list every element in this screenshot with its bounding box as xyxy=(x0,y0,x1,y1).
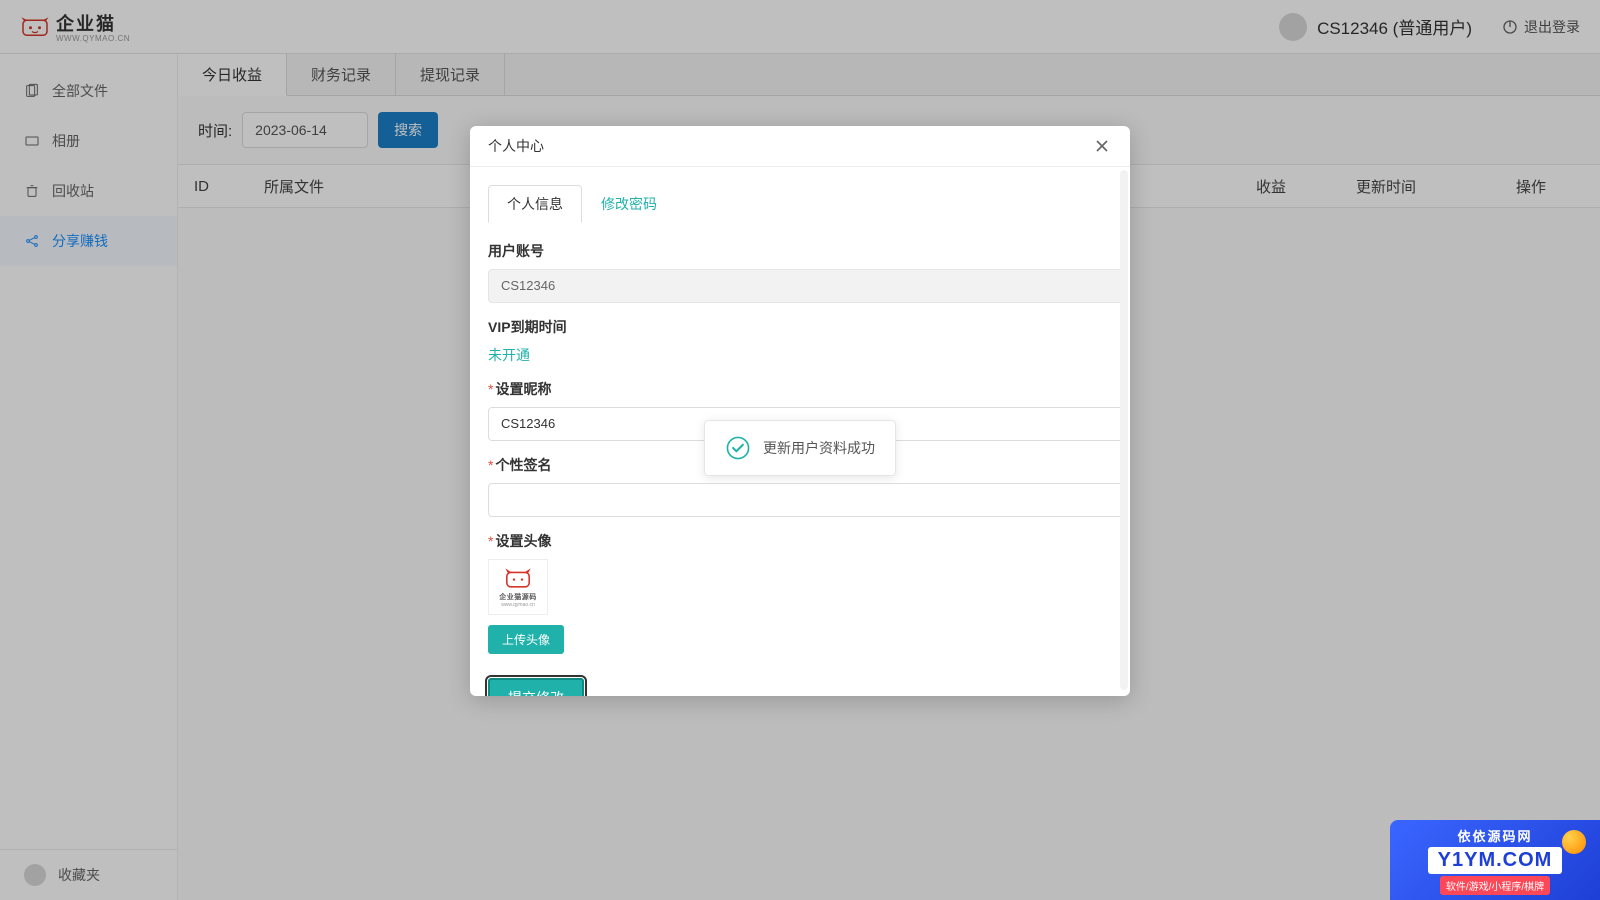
nickname-label: *设置昵称 xyxy=(488,379,1126,399)
upload-avatar-button[interactable]: 上传头像 xyxy=(488,625,564,654)
modal-tab-password[interactable]: 修改密码 xyxy=(582,185,676,223)
modal-tab-info[interactable]: 个人信息 xyxy=(488,185,582,223)
watermark-dot-icon xyxy=(1562,830,1586,854)
account-label: 用户账号 xyxy=(488,241,1126,261)
modal-title: 个人中心 xyxy=(488,136,544,156)
profile-modal: 个人中心 个人信息 修改密码 用户账号 VIP到期时间 未开通 *设置昵称 *个… xyxy=(470,126,1130,696)
account-field xyxy=(488,269,1126,303)
toast-message: 更新用户资料成功 xyxy=(763,438,875,458)
avatar-label: *设置头像 xyxy=(488,531,1126,551)
close-icon[interactable] xyxy=(1092,136,1112,156)
modal-tabs: 个人信息 修改密码 xyxy=(488,185,1126,223)
signature-field[interactable] xyxy=(488,483,1126,517)
success-toast: 更新用户资料成功 xyxy=(704,420,896,476)
modal-header: 个人中心 xyxy=(470,126,1130,167)
submit-button[interactable]: 提交修改 xyxy=(488,678,584,696)
watermark: 依依源码网 Y1YM.COM 软件/游戏/小程序/棋牌 xyxy=(1390,820,1600,900)
avatar-preview: 企业猫源码 www.qymao.cn xyxy=(488,559,548,615)
vip-label: VIP到期时间 xyxy=(488,317,1126,337)
check-circle-icon xyxy=(725,435,751,461)
vip-value: 未开通 xyxy=(488,345,1126,365)
cat-logo-icon xyxy=(502,566,534,590)
